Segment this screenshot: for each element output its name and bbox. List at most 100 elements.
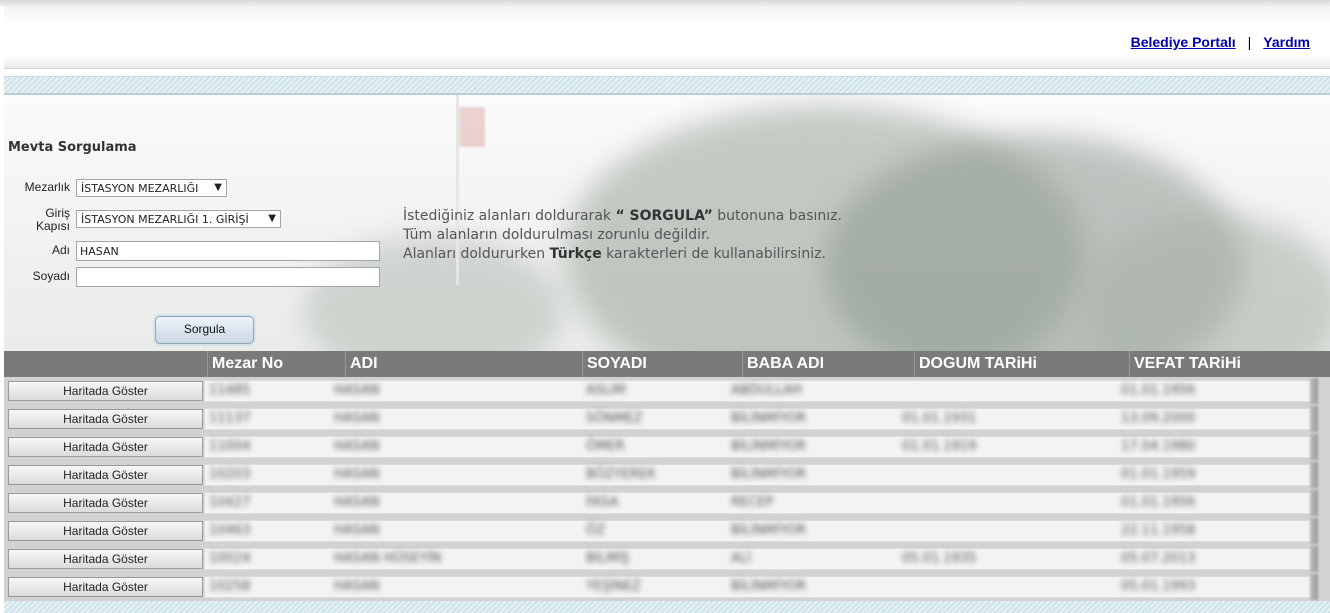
sorgula-button[interactable]: Sorgula <box>155 316 254 344</box>
link-separator: | <box>1247 34 1252 50</box>
column-header-soyadi: SOYADI <box>582 351 742 377</box>
column-header-baba-adi: BABA ADI <box>742 351 914 377</box>
yardim-link[interactable]: Yardım <box>1263 34 1310 50</box>
cell-soyadi: ÖMER <box>586 439 625 454</box>
cell-mezar-no: 11004 <box>209 439 251 454</box>
haritada-goster-button[interactable]: Haritada Göster <box>8 437 203 457</box>
row-shadow <box>1310 546 1318 572</box>
cell-adi: HASAN <box>334 439 380 454</box>
bottom-band <box>4 601 1330 613</box>
haritada-goster-button[interactable]: Haritada Göster <box>8 577 203 597</box>
adi-label: Adı <box>51 243 70 257</box>
giris-kapisi-select[interactable]: İSTASYON MEZARLIĞI 1. GİRİŞİ ▼ <box>76 210 281 228</box>
haritada-goster-button[interactable]: Haritada Göster <box>8 465 203 485</box>
decorative-band <box>4 76 1330 95</box>
mezarlik-select[interactable]: İSTASYON MEZARLIĞI ▼ <box>76 179 227 197</box>
cell-vefat: 01.01.1959 <box>1121 467 1196 482</box>
cell-baba-adi: ALİ <box>731 551 751 566</box>
column-header-dogum-tarihi: DOGUM TARiHi <box>914 351 1129 377</box>
cell-baba-adi: RECEP <box>731 495 774 510</box>
cell-soyadi: YEŞİNEZ <box>586 579 642 594</box>
chevron-down-icon: ▼ <box>214 182 222 193</box>
row-shadow <box>1310 406 1318 432</box>
haritada-goster-button[interactable]: Haritada Göster <box>8 493 203 513</box>
cell-adi: HASAN <box>334 523 380 538</box>
cell-soyadi: ASLIM <box>586 383 626 398</box>
giris-kapisi-label: Giriş Kapısı <box>10 207 70 233</box>
cell-soyadi: BÖZYEREK <box>586 467 656 482</box>
cell-mezar-no: 10258 <box>209 579 251 594</box>
table-row: Haritada Göster 10427 HASAN FASA RECEP 0… <box>4 490 1330 516</box>
row-shadow <box>1310 434 1318 460</box>
table-row: Haritada Göster 10024 HASAN HÜSEYİN BİLM… <box>4 546 1330 572</box>
instruction-text: butonuna basınız. <box>712 208 842 224</box>
row-shadow <box>1310 462 1318 488</box>
table-row: Haritada Göster 11004 HASAN ÖMER BİLİNMİ… <box>4 434 1330 460</box>
giris-label-line2: Kapısı <box>35 219 70 233</box>
cell-mezar-no: 11485 <box>209 383 251 398</box>
instruction-text: Alanları doldururken <box>403 246 550 262</box>
instruction-bold: “ SORGULA” <box>615 208 713 224</box>
instruction-text: karakterleri de kullanabilirsiniz. <box>601 246 826 262</box>
haritada-goster-button[interactable]: Haritada Göster <box>8 549 203 569</box>
cell-vefat: 05.07.2013 <box>1121 551 1196 566</box>
cell-mezar-no: 10024 <box>209 551 251 566</box>
cell-soyadi: FASA <box>586 495 619 510</box>
results-table: Mezar No ADI SOYADI BABA ADI DOGUM TARiH… <box>4 351 1330 613</box>
table-row: Haritada Göster 10203 HASAN BÖZYEREK BİL… <box>4 462 1330 488</box>
cell-vefat: 13.09.2000 <box>1121 411 1196 426</box>
table-row: Haritada Göster 11137 HASAN SÖNMEZ BİLİN… <box>4 406 1330 432</box>
column-header-vefat-tarihi: VEFAT TARiHi <box>1129 351 1330 377</box>
cell-vefat: 22.11.1958 <box>1121 523 1196 538</box>
cell-baba-adi: BİLİNMİYOR <box>731 439 807 454</box>
cell-adi: HASAN <box>334 411 380 426</box>
instruction-line-3: Alanları doldururken Türkçe karakterleri… <box>403 245 842 264</box>
soyadi-label: Soyadı <box>32 269 70 283</box>
table-row: Haritada Göster 11485 HASAN ASLIM ABDULL… <box>4 378 1330 404</box>
cell-dogum: 01.01.1919 <box>902 439 977 454</box>
soyadi-input[interactable] <box>76 267 380 287</box>
cell-adi: HASAN <box>334 579 380 594</box>
haritada-goster-button[interactable]: Haritada Göster <box>8 381 203 401</box>
mezarlik-label: Mezarlık <box>24 180 70 194</box>
haritada-goster-button[interactable]: Haritada Göster <box>8 409 203 429</box>
instructions: İstediğiniz alanları doldurarak “ SORGUL… <box>403 207 842 264</box>
cell-mezar-no: 10427 <box>209 495 251 510</box>
cell-vefat: 01.01.1956 <box>1121 495 1196 510</box>
cell-vefat: 05.01.1993 <box>1121 579 1196 594</box>
cell-adi: HASAN <box>334 495 380 510</box>
cell-mezar-no: 11137 <box>209 411 251 426</box>
haritada-goster-button[interactable]: Haritada Göster <box>8 521 203 541</box>
cell-baba-adi: BİLİNMİYOR <box>731 579 807 594</box>
belediye-portali-link[interactable]: Belediye Portalı <box>1131 34 1236 50</box>
cell-adi: HASAN <box>334 467 380 482</box>
top-links: Belediye Portalı | Yardım <box>1131 34 1310 50</box>
table-row: Haritada Göster 10463 HASAN ÖZ BİLİNMİYO… <box>4 518 1330 544</box>
row-shadow <box>1310 490 1318 516</box>
mezarlik-select-value: İSTASYON MEZARLIĞI <box>81 182 199 195</box>
page-title: Mevta Sorgulama <box>8 140 137 155</box>
cell-soyadi: SÖNMEZ <box>586 411 643 426</box>
cell-baba-adi: BİLİNMİYOR <box>731 467 807 482</box>
cell-dogum: 05.01.1935 <box>902 551 977 566</box>
site-header: Belediye Portalı | Yardım <box>4 6 1330 69</box>
cell-baba-adi: ABDULLAH <box>731 383 802 398</box>
cell-dogum: 01.01.1931 <box>902 411 977 426</box>
table-header: Mezar No ADI SOYADI BABA ADI DOGUM TARiH… <box>4 351 1330 377</box>
flag-shape <box>459 107 485 147</box>
page: Belediye Portalı | Yardım Mevta Sorgulama … <box>0 0 1330 613</box>
column-header-mezar-no: Mezar No <box>207 351 345 377</box>
row-shadow <box>1310 378 1318 404</box>
cell-adi: HASAN HÜSEYİN <box>334 551 442 566</box>
adi-input[interactable]: HASAN <box>76 241 380 261</box>
instruction-line-2: Tüm alanların doldurulması zorunlu değil… <box>403 227 710 243</box>
table-row: Haritada Göster 10258 HASAN YEŞİNEZ BİLİ… <box>4 574 1330 600</box>
row-shadow <box>1310 574 1318 600</box>
instruction-line-1: İstediğiniz alanları doldurarak “ SORGUL… <box>403 207 842 226</box>
instruction-text: İstediğiniz alanları doldurarak <box>403 208 616 224</box>
column-header-adi: ADI <box>345 351 582 377</box>
cell-soyadi: BİLMİŞ <box>586 551 630 566</box>
instruction-bold: Türkçe <box>549 246 602 262</box>
cell-baba-adi: BİLİNMİYOR <box>731 411 807 426</box>
cell-mezar-no: 10203 <box>209 467 251 482</box>
